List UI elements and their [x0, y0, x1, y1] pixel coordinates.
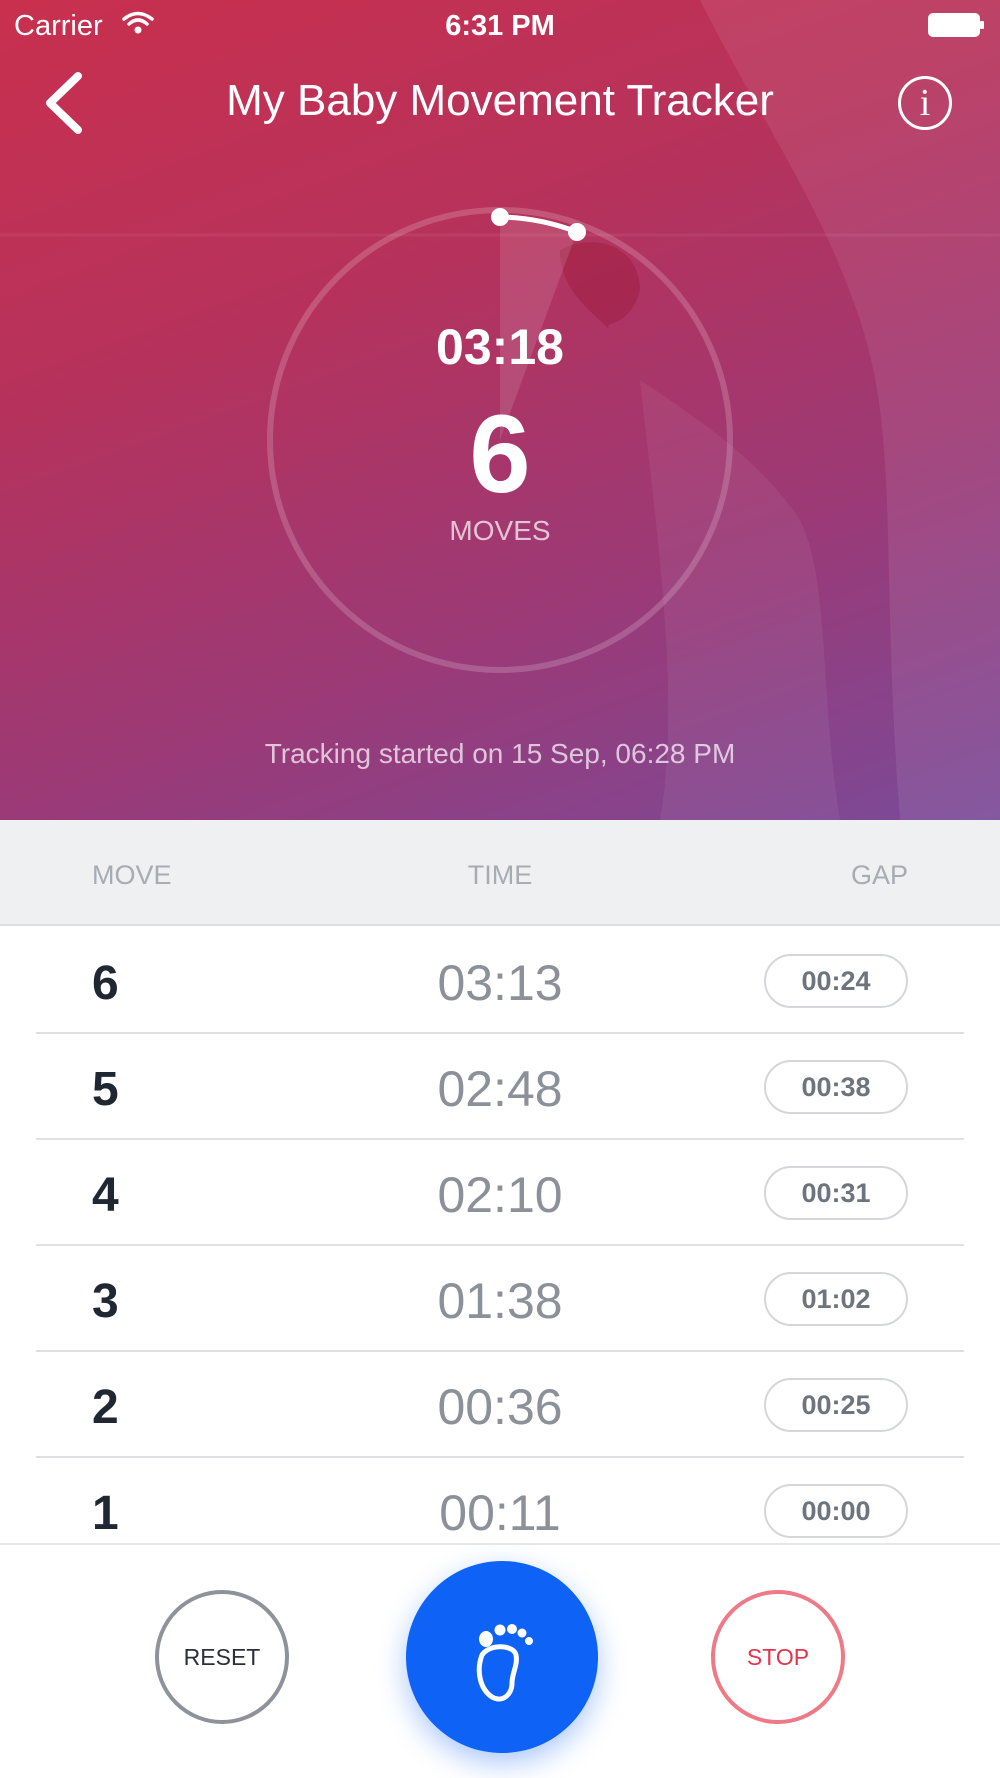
battery-icon: [928, 13, 984, 37]
hero-header: Carrier 6:31 PM My Baby Movement Tracker…: [0, 0, 1000, 820]
back-button[interactable]: [38, 68, 98, 138]
back-chevron-icon: [46, 72, 82, 134]
status-time: 6:31 PM: [445, 10, 555, 42]
movement-list[interactable]: 6 03:13 00:24 5 02:48 00:38 4 02:10 00:3…: [0, 928, 1000, 1543]
record-movement-button[interactable]: [406, 1561, 598, 1753]
row-gap-badge: 00:38: [764, 1060, 908, 1114]
column-header-gap: GAP: [850, 860, 908, 890]
timer-start-dot: [491, 208, 509, 226]
table-header: MOVE TIME GAP: [0, 820, 1000, 926]
status-bar: Carrier 6:31 PM: [0, 0, 1000, 48]
reset-button[interactable]: RESET: [155, 1590, 289, 1724]
table-row: 1 00:11 00:00: [0, 1458, 1000, 1543]
move-count: 6: [469, 393, 531, 516]
table-row: 3 01:38 01:02: [0, 1246, 1000, 1352]
footprint-icon: [476, 1624, 533, 1702]
row-gap-badge: 01:02: [764, 1272, 908, 1326]
row-gap-badge: 00:31: [764, 1166, 908, 1220]
page-title: My Baby Movement Tracker: [226, 76, 774, 125]
table-row: 5 02:48 00:38: [0, 1034, 1000, 1140]
timer-end-dot: [568, 223, 586, 241]
stop-button[interactable]: STOP: [711, 1590, 845, 1724]
info-icon[interactable]: i: [898, 76, 952, 130]
move-count-label: MOVES: [449, 515, 551, 546]
row-gap-badge: 00:25: [764, 1378, 908, 1432]
row-gap-badge: 00:00: [764, 1484, 908, 1538]
elapsed-time: 03:18: [436, 319, 564, 375]
row-gap-badge: 00:24: [764, 954, 908, 1008]
tracking-started-text: Tracking started on 15 Sep, 06:28 PM: [264, 738, 736, 769]
table-row: 2 00:36 00:25: [0, 1352, 1000, 1458]
table-row: 6 03:13 00:24: [0, 928, 1000, 1034]
table-row: 4 02:10 00:31: [0, 1140, 1000, 1246]
